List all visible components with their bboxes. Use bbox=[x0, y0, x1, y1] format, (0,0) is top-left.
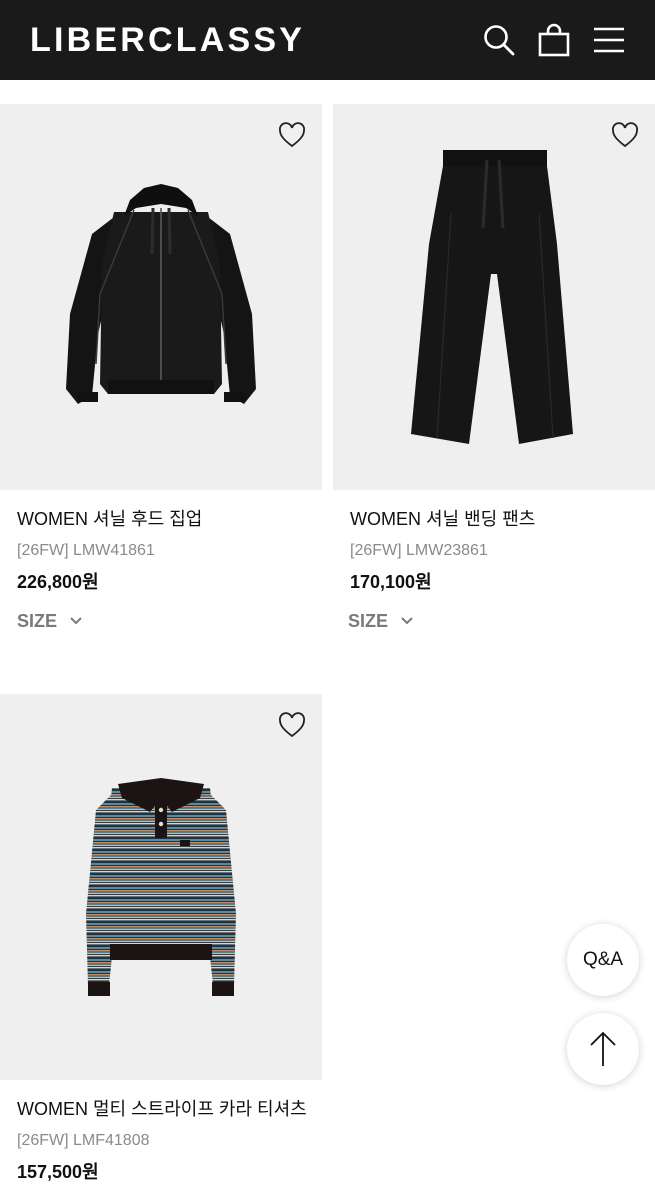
scroll-top-button[interactable] bbox=[567, 1013, 639, 1085]
product-price: 226,800원 bbox=[17, 572, 99, 592]
product-image[interactable] bbox=[0, 694, 322, 1080]
product-card[interactable]: WOMEN 셔닐 후드 집업 [26FW] LMW41861 226,800원 … bbox=[0, 104, 322, 644]
menu-icon[interactable] bbox=[591, 22, 627, 58]
wishlist-heart-icon[interactable] bbox=[611, 122, 639, 148]
chevron-down-icon bbox=[69, 616, 83, 626]
product-code: [26FW] LMW41861 bbox=[17, 542, 155, 559]
size-label: SIZE bbox=[348, 611, 389, 631]
hooded-zip-up-image bbox=[0, 104, 322, 490]
brand-logo[interactable]: LIBERCLASSY bbox=[30, 20, 305, 60]
product-name[interactable]: WOMEN 셔닐 밴딩 팬츠 bbox=[350, 507, 535, 531]
qa-label: Q&A bbox=[582, 949, 624, 970]
product-price: 170,100원 bbox=[350, 572, 432, 592]
size-label: SIZE bbox=[17, 611, 58, 631]
product-code: [26FW] LMF41808 bbox=[17, 1132, 150, 1149]
product-image[interactable] bbox=[333, 104, 655, 490]
arrow-up-icon bbox=[590, 1031, 616, 1066]
wishlist-heart-icon[interactable] bbox=[278, 712, 306, 738]
product-price: 157,500원 bbox=[17, 1162, 99, 1182]
search-icon[interactable] bbox=[481, 22, 517, 58]
product-card[interactable]: WOMEN 멀티 스트라이프 카라 티셔츠 [26FW] LMF41808 15… bbox=[0, 694, 322, 1194]
wishlist-heart-icon[interactable] bbox=[278, 122, 306, 148]
stripe-collar-shirt-image bbox=[0, 694, 322, 1080]
product-image[interactable] bbox=[0, 104, 322, 490]
product-name[interactable]: WOMEN 셔닐 후드 집업 bbox=[17, 507, 202, 531]
qa-button[interactable]: Q&A bbox=[567, 924, 639, 996]
shopping-bag-icon[interactable] bbox=[536, 22, 572, 58]
top-header: LIBERCLASSY bbox=[0, 0, 655, 80]
size-dropdown[interactable]: SIZE bbox=[17, 609, 83, 633]
product-name[interactable]: WOMEN 멀티 스트라이프 카라 티셔츠 bbox=[17, 1097, 307, 1121]
chevron-down-icon bbox=[400, 616, 414, 626]
product-card[interactable]: WOMEN 셔닐 밴딩 팬츠 [26FW] LMW23861 170,100원 … bbox=[333, 104, 655, 644]
product-code: [26FW] LMW23861 bbox=[350, 542, 488, 559]
size-dropdown[interactable]: SIZE bbox=[348, 609, 414, 633]
banding-pants-image bbox=[333, 104, 655, 490]
